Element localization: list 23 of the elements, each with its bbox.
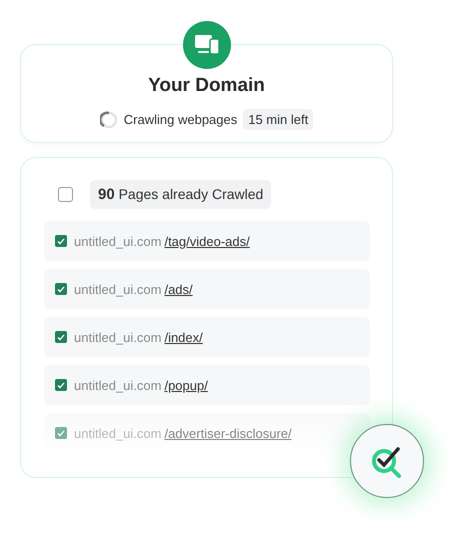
- check-search-icon: [370, 444, 404, 478]
- checkbox[interactable]: [55, 331, 67, 343]
- crawl-status: Crawling webpages: [124, 112, 238, 127]
- page-path-link[interactable]: /tag/video-ads/: [164, 234, 250, 248]
- page-path-link[interactable]: /advertiser-disclosure/: [164, 426, 292, 440]
- pages-count: 90 Pages already Crawled: [90, 180, 272, 209]
- page-path-link[interactable]: /ads/: [164, 282, 193, 296]
- checkbox[interactable]: [55, 235, 67, 247]
- spinner-icon: [100, 110, 118, 128]
- checkbox[interactable]: [55, 379, 67, 391]
- page-path-link[interactable]: /index/: [164, 330, 203, 344]
- checkbox[interactable]: [55, 283, 67, 295]
- page-domain: untitled_ui.com: [74, 426, 162, 440]
- page-path-link[interactable]: /popup/: [164, 378, 208, 392]
- page-domain: untitled_ui.com: [74, 234, 162, 248]
- devices-icon: [183, 21, 231, 69]
- select-all-checkbox[interactable]: [58, 187, 73, 202]
- checkbox[interactable]: [55, 427, 67, 439]
- page-domain: untitled_ui.com: [74, 282, 162, 296]
- page-domain: untitled_ui.com: [74, 330, 162, 344]
- page-domain: untitled_ui.com: [74, 378, 162, 392]
- domain-title: Your Domain: [148, 75, 265, 97]
- time-left: 15 min left: [243, 109, 314, 130]
